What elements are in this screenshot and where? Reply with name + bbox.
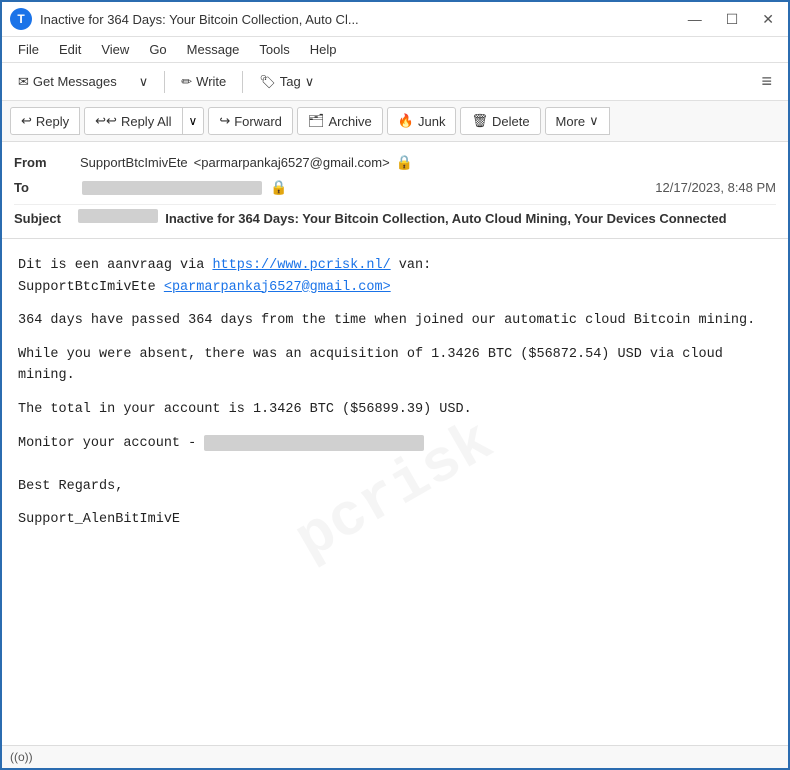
from-email: <parmarpankaj6527@gmail.com> [194, 155, 390, 170]
more-label: More [556, 114, 586, 129]
email-window: T Inactive for 364 Days: Your Bitcoin Co… [0, 0, 790, 770]
close-button[interactable]: ✕ [756, 9, 780, 30]
regards2: Support_AlenBitImivE [18, 509, 772, 531]
write-icon: ✏ [181, 74, 192, 90]
menubar: File Edit View Go Message Tools Help [2, 37, 788, 63]
hamburger-menu[interactable]: ≡ [753, 67, 780, 96]
monitor-label: Monitor your account - [18, 433, 196, 455]
regards1: Best Regards, [18, 476, 772, 498]
menu-view[interactable]: View [93, 39, 137, 60]
window-title: Inactive for 364 Days: Your Bitcoin Coll… [40, 12, 674, 27]
body-para3: The total in your account is 1.3426 BTC … [18, 399, 772, 421]
toolbar-separator-1 [164, 71, 165, 93]
from-lock-icon: 🔒 [396, 154, 413, 171]
to-value-blurred [82, 181, 262, 195]
titlebar: T Inactive for 364 Days: Your Bitcoin Co… [2, 2, 788, 37]
reply-icon: ↩ [21, 113, 32, 129]
delete-button[interactable]: 🗑 Delete [460, 107, 540, 135]
more-dropdown-arrow: ∨ [589, 113, 599, 129]
from-field: From SupportBtcImivEte <parmarpankaj6527… [14, 150, 776, 175]
junk-label: Junk [418, 114, 445, 129]
reply-group: ↩ Reply [10, 107, 80, 135]
body-para1: 364 days have passed 364 days from the t… [18, 310, 772, 332]
menu-help[interactable]: Help [302, 39, 345, 60]
menu-message[interactable]: Message [179, 39, 248, 60]
from-name: SupportBtcImivEte [80, 155, 188, 170]
reply-all-icon: ↩↩ [95, 113, 117, 129]
reply-label: Reply [36, 114, 69, 129]
write-label: Write [196, 74, 226, 89]
forward-label: Forward [234, 114, 282, 129]
junk-icon: 🔥 [398, 113, 414, 129]
body-intro: Dit is een aanvraag via https://www.pcri… [18, 255, 772, 298]
pcrisk-link[interactable]: https://www.pcrisk.nl/ [212, 258, 390, 273]
maximize-button[interactable]: ☐ [720, 9, 745, 30]
get-messages-button[interactable]: ✉ Get Messages [10, 70, 125, 94]
more-group: More ∨ [545, 107, 610, 135]
subject-prefix-blurred [78, 209, 158, 223]
menu-tools[interactable]: Tools [251, 39, 297, 60]
body-intro-van: van: [391, 258, 432, 273]
get-messages-icon: ✉ [18, 74, 29, 90]
window-controls: — ☐ ✕ [682, 9, 780, 30]
archive-button[interactable]: 🗂 Archive [297, 107, 383, 135]
get-messages-label: Get Messages [33, 74, 117, 89]
statusbar: ((o)) [2, 745, 788, 768]
subject-text: Inactive for 364 Days: Your Bitcoin Coll… [165, 211, 726, 226]
to-lock-icon: 🔒 [270, 179, 287, 196]
forward-icon: ↪ [219, 113, 230, 129]
toolbar-top: ✉ Get Messages ∨ ✏ Write 🏷 Tag ∨ ≡ [2, 63, 788, 101]
reply-button[interactable]: ↩ Reply [10, 107, 80, 135]
toolbar-actions: ↩ Reply ↩↩ Reply All ∨ ↪ Forward 🗂 Archi… [2, 101, 788, 142]
body-para2: While you were absent, there was an acqu… [18, 344, 772, 387]
delete-label: Delete [492, 114, 530, 129]
body-intro-text1: Dit is een aanvraag via [18, 258, 212, 273]
monitor-row: Monitor your account - [18, 433, 772, 455]
archive-label: Archive [328, 114, 371, 129]
toolbar-separator-2 [242, 71, 243, 93]
tag-icon: 🏷 [259, 74, 276, 90]
subject-label: Subject [14, 211, 74, 226]
get-messages-dropdown[interactable]: ∨ [131, 70, 157, 94]
subject-field: Subject Inactive for 364 Days: Your Bitc… [14, 204, 776, 230]
more-button[interactable]: More ∨ [545, 107, 610, 135]
archive-icon: 🗂 [308, 113, 325, 129]
sender-name-text: SupportBtcImivEte [18, 280, 156, 295]
app-icon-letter: T [17, 12, 24, 26]
reply-all-group: ↩↩ Reply All ∨ [84, 107, 204, 135]
junk-button[interactable]: 🔥 Junk [387, 107, 457, 135]
menu-file[interactable]: File [10, 39, 47, 60]
reply-all-dropdown[interactable]: ∨ [183, 107, 205, 135]
forward-button[interactable]: ↪ Forward [208, 107, 293, 135]
app-icon: T [10, 8, 32, 30]
tag-dropdown-arrow: ∨ [305, 74, 315, 90]
monitor-link-blurred [204, 435, 424, 451]
to-label: To [14, 180, 74, 195]
minimize-button[interactable]: — [682, 9, 708, 30]
email-header: From SupportBtcImivEte <parmarpankaj6527… [2, 142, 788, 239]
sender-email-link[interactable]: <parmarpankaj6527@gmail.com> [164, 280, 391, 295]
connection-status-icon: ((o)) [10, 750, 33, 764]
from-label: From [14, 155, 74, 170]
email-date: 12/17/2023, 8:48 PM [655, 180, 776, 195]
menu-edit[interactable]: Edit [51, 39, 89, 60]
reply-all-label: Reply All [121, 114, 172, 129]
tag-button[interactable]: 🏷 Tag ∨ [251, 70, 322, 94]
tag-label: Tag [280, 74, 301, 89]
delete-icon: 🗑 [471, 113, 488, 129]
write-button[interactable]: ✏ Write [173, 70, 234, 94]
to-field: To 🔒 12/17/2023, 8:48 PM [14, 175, 776, 200]
menu-go[interactable]: Go [141, 39, 174, 60]
email-body: pcrisk Dit is een aanvraag via https://w… [2, 239, 788, 745]
reply-all-button[interactable]: ↩↩ Reply All [84, 107, 182, 135]
